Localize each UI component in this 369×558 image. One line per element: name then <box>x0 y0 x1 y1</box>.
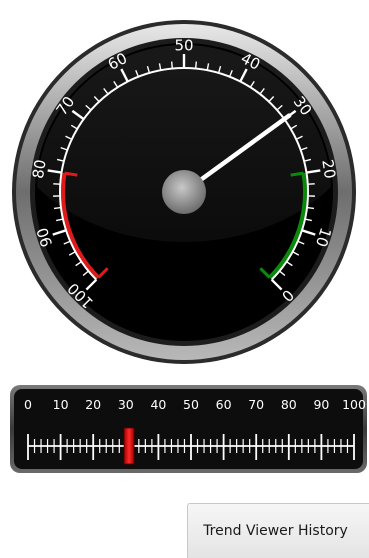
gauge-minor-tick <box>170 61 174 69</box>
linear-gauge-label: 10 <box>53 397 69 412</box>
linear-gauge-label: 70 <box>248 397 264 412</box>
gauge-band-edge <box>290 171 304 177</box>
linear-gauge-label: 20 <box>85 397 101 412</box>
linear-gauge-pointer <box>123 427 135 465</box>
linear-gauge: 0 10 20 30 40 50 60 70 80 90 100 <box>10 385 367 473</box>
gauge-minor-tick <box>53 206 62 210</box>
linear-gauge-label: 60 <box>216 397 232 412</box>
linear-gauge-label: 80 <box>281 397 297 412</box>
linear-gauge-label: 30 <box>118 397 134 412</box>
linear-gauge-label: 100 <box>342 397 366 412</box>
trend-viewer-history-button[interactable]: Trend Viewer History <box>187 503 369 558</box>
linear-gauge-label: 50 <box>183 397 199 412</box>
circular-gauge: 0 10 20 30 40 50 60 70 80 90 100 <box>10 18 358 366</box>
gauge-label: 80 <box>29 158 50 180</box>
gauge-label: 50 <box>174 37 193 55</box>
gauge-minor-tick <box>194 61 198 69</box>
linear-gauge-label: 40 <box>150 397 166 412</box>
gauge-minor-tick <box>306 206 315 210</box>
gauge-label: 20 <box>318 158 339 180</box>
gauge-hub <box>162 170 206 214</box>
gauge-band-edge <box>64 171 78 177</box>
linear-gauge-label: 0 <box>24 397 32 412</box>
linear-gauge-label: 90 <box>313 397 329 412</box>
